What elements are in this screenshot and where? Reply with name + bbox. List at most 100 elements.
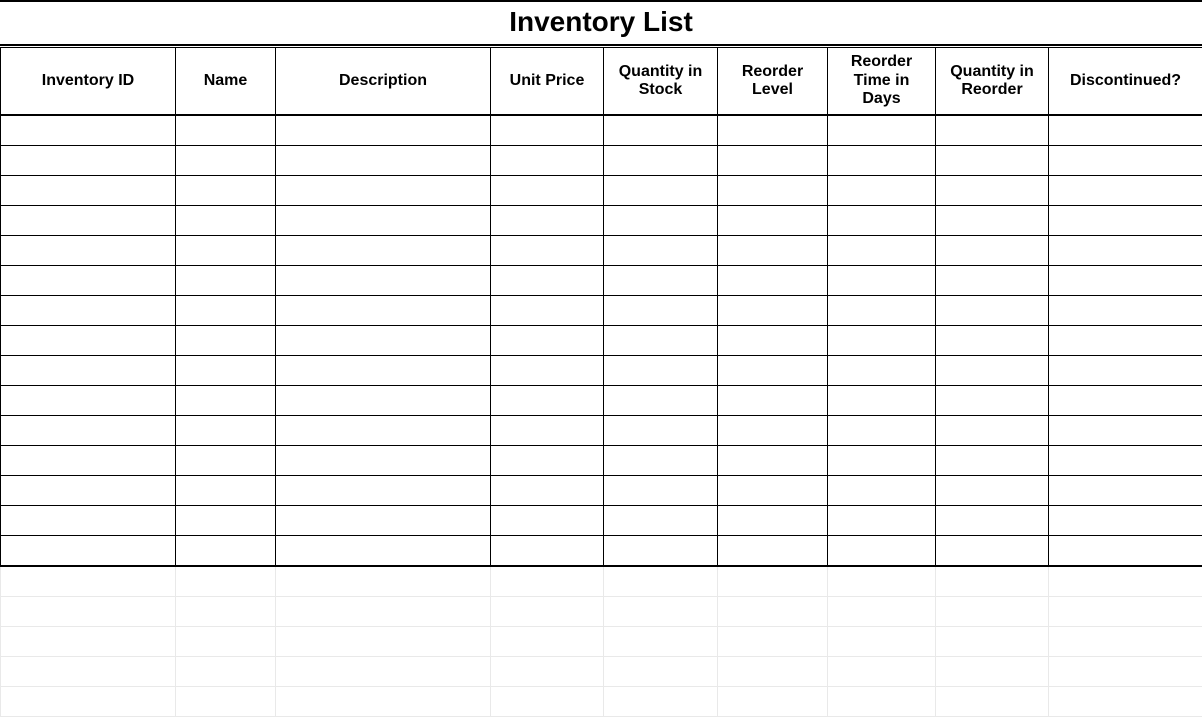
cell-quantity_in_stock[interactable] [604,266,718,296]
cell-reorder_time_in_days[interactable] [828,687,936,717]
cell-quantity_in_stock[interactable] [604,566,718,597]
cell-quantity_in_reorder[interactable] [936,416,1049,446]
cell-inventory_id[interactable] [1,356,176,386]
cell-unit_price[interactable] [491,416,604,446]
cell-discontinued[interactable] [1049,356,1202,386]
cell-inventory_id[interactable] [1,326,176,356]
cell-unit_price[interactable] [491,657,604,687]
cell-reorder_level[interactable] [718,236,828,266]
cell-description[interactable] [276,566,491,597]
cell-name[interactable] [176,597,276,627]
cell-unit_price[interactable] [491,266,604,296]
cell-discontinued[interactable] [1049,566,1202,597]
cell-quantity_in_stock[interactable] [604,206,718,236]
cell-name[interactable] [176,146,276,176]
cell-quantity_in_reorder[interactable] [936,356,1049,386]
cell-quantity_in_reorder[interactable] [936,266,1049,296]
cell-inventory_id[interactable] [1,296,176,326]
cell-reorder_time_in_days[interactable] [828,236,936,266]
cell-discontinued[interactable] [1049,627,1202,657]
cell-reorder_level[interactable] [718,146,828,176]
cell-unit_price[interactable] [491,115,604,146]
cell-quantity_in_reorder[interactable] [936,326,1049,356]
cell-reorder_level[interactable] [718,506,828,536]
cell-quantity_in_stock[interactable] [604,627,718,657]
col-header-quantity-in-reorder[interactable]: Quantity in Reorder [936,47,1049,116]
cell-quantity_in_reorder[interactable] [936,386,1049,416]
cell-inventory_id[interactable] [1,476,176,506]
cell-discontinued[interactable] [1049,296,1202,326]
cell-quantity_in_stock[interactable] [604,236,718,266]
cell-quantity_in_reorder[interactable] [936,506,1049,536]
cell-reorder_time_in_days[interactable] [828,597,936,627]
cell-reorder_level[interactable] [718,657,828,687]
cell-quantity_in_reorder[interactable] [936,657,1049,687]
cell-inventory_id[interactable] [1,506,176,536]
cell-discontinued[interactable] [1049,536,1202,567]
cell-quantity_in_stock[interactable] [604,687,718,717]
cell-quantity_in_stock[interactable] [604,536,718,567]
cell-name[interactable] [176,566,276,597]
cell-quantity_in_stock[interactable] [604,476,718,506]
cell-unit_price[interactable] [491,386,604,416]
cell-quantity_in_reorder[interactable] [936,597,1049,627]
cell-quantity_in_stock[interactable] [604,115,718,146]
cell-unit_price[interactable] [491,326,604,356]
cell-unit_price[interactable] [491,296,604,326]
cell-description[interactable] [276,446,491,476]
cell-discontinued[interactable] [1049,115,1202,146]
cell-discontinued[interactable] [1049,687,1202,717]
cell-description[interactable] [276,266,491,296]
cell-description[interactable] [276,386,491,416]
cell-name[interactable] [176,536,276,567]
cell-name[interactable] [176,356,276,386]
cell-unit_price[interactable] [491,206,604,236]
cell-discontinued[interactable] [1049,446,1202,476]
cell-quantity_in_reorder[interactable] [936,146,1049,176]
cell-reorder_level[interactable] [718,115,828,146]
cell-quantity_in_stock[interactable] [604,356,718,386]
cell-description[interactable] [276,536,491,567]
cell-quantity_in_stock[interactable] [604,146,718,176]
cell-discontinued[interactable] [1049,597,1202,627]
col-header-description[interactable]: Description [276,47,491,116]
cell-reorder_level[interactable] [718,206,828,236]
cell-quantity_in_reorder[interactable] [936,176,1049,206]
cell-discontinued[interactable] [1049,176,1202,206]
cell-reorder_time_in_days[interactable] [828,356,936,386]
cell-inventory_id[interactable] [1,597,176,627]
cell-quantity_in_reorder[interactable] [936,536,1049,567]
cell-quantity_in_stock[interactable] [604,386,718,416]
cell-inventory_id[interactable] [1,446,176,476]
cell-quantity_in_reorder[interactable] [936,115,1049,146]
cell-description[interactable] [276,326,491,356]
cell-reorder_time_in_days[interactable] [828,476,936,506]
cell-inventory_id[interactable] [1,386,176,416]
cell-quantity_in_reorder[interactable] [936,687,1049,717]
cell-description[interactable] [276,416,491,446]
cell-description[interactable] [276,206,491,236]
cell-reorder_time_in_days[interactable] [828,446,936,476]
cell-reorder_time_in_days[interactable] [828,326,936,356]
cell-quantity_in_stock[interactable] [604,326,718,356]
cell-inventory_id[interactable] [1,206,176,236]
cell-description[interactable] [276,476,491,506]
cell-discontinued[interactable] [1049,416,1202,446]
cell-reorder_time_in_days[interactable] [828,657,936,687]
cell-reorder_level[interactable] [718,627,828,657]
cell-reorder_level[interactable] [718,326,828,356]
col-header-reorder-level[interactable]: Reorder Level [718,47,828,116]
col-header-name[interactable]: Name [176,47,276,116]
cell-name[interactable] [176,687,276,717]
cell-description[interactable] [276,356,491,386]
cell-discontinued[interactable] [1049,206,1202,236]
cell-reorder_time_in_days[interactable] [828,536,936,567]
cell-name[interactable] [176,386,276,416]
cell-unit_price[interactable] [491,236,604,266]
cell-name[interactable] [176,657,276,687]
cell-quantity_in_stock[interactable] [604,446,718,476]
cell-discontinued[interactable] [1049,266,1202,296]
cell-unit_price[interactable] [491,146,604,176]
cell-name[interactable] [176,506,276,536]
col-header-discontinued[interactable]: Discontinued? [1049,47,1202,116]
